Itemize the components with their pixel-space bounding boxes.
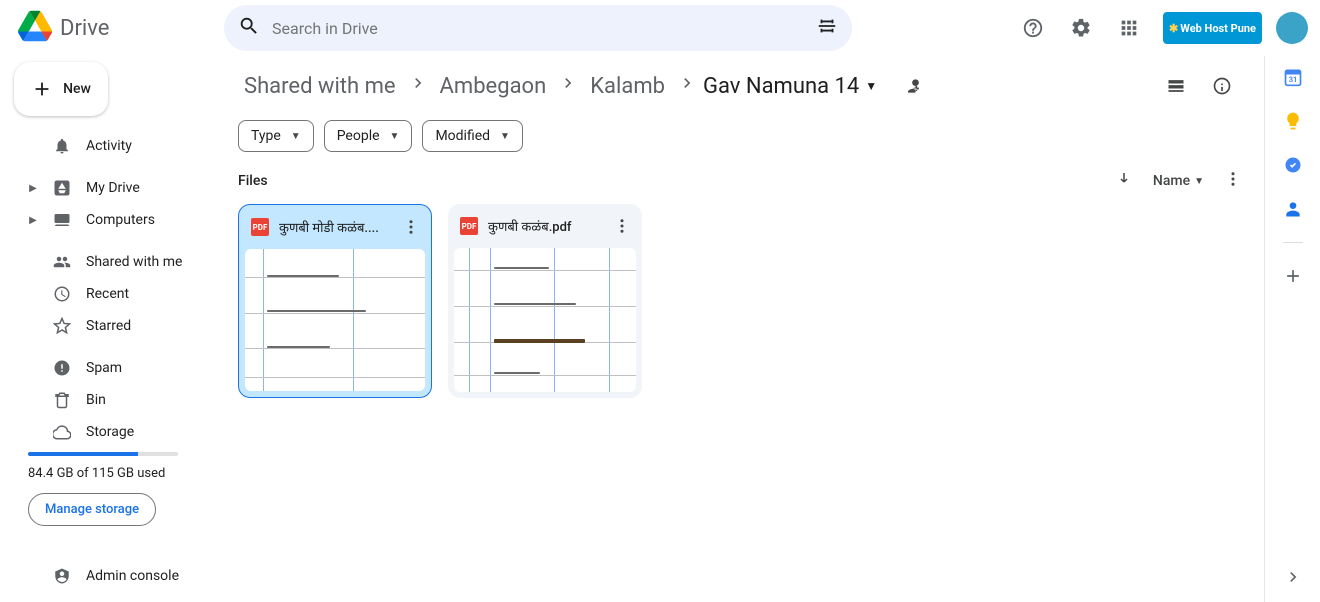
layout-toggle-icon[interactable] (1156, 66, 1196, 106)
expand-icon[interactable]: ▶ (28, 215, 38, 226)
storage-text: 84.4 GB of 115 GB used (28, 466, 202, 481)
help-icon[interactable] (1013, 8, 1053, 48)
star-icon (52, 317, 72, 335)
pdf-icon: PDF (251, 218, 269, 236)
filter-modified[interactable]: Modified▼ (422, 120, 523, 152)
account-avatar[interactable] (1276, 12, 1308, 44)
info-icon[interactable] (1202, 66, 1242, 106)
calendar-app-icon[interactable]: 31 (1282, 66, 1304, 88)
nav-starred[interactable]: Starred (14, 310, 202, 342)
nav-spam[interactable]: Spam (14, 352, 202, 384)
settings-icon[interactable] (1061, 8, 1101, 48)
breadcrumb-link[interactable]: Shared with me (238, 70, 402, 103)
file-card[interactable]: PDF कुणबी मोडी कळंब.... (238, 204, 432, 398)
manage-storage-button[interactable]: Manage storage (28, 493, 156, 526)
bell-icon (52, 137, 72, 155)
clock-icon (52, 285, 72, 303)
file-more-icon[interactable] (610, 214, 634, 238)
more-options-icon[interactable] (1224, 170, 1242, 192)
share-people-icon[interactable] (893, 66, 933, 106)
expand-icon[interactable]: ▶ (28, 183, 38, 194)
addons-plus-icon[interactable] (1282, 265, 1304, 287)
contacts-app-icon[interactable] (1282, 198, 1304, 220)
pdf-icon: PDF (460, 217, 478, 235)
search-input[interactable] (260, 19, 816, 38)
filter-people[interactable]: People▼ (324, 120, 413, 152)
caret-down-icon: ▼ (390, 131, 400, 142)
section-title: Files (238, 173, 268, 189)
file-name: कुणबी कळंब.pdf (488, 217, 600, 235)
chevron-right-icon (558, 73, 578, 99)
collapse-panel-icon[interactable] (1282, 566, 1304, 588)
trash-icon (52, 391, 72, 409)
file-more-icon[interactable] (399, 215, 423, 239)
breadcrumb-link[interactable]: Kalamb (584, 70, 671, 103)
chevron-right-icon (677, 73, 697, 99)
search-icon (238, 15, 260, 41)
caret-down-icon: ▼ (1194, 176, 1204, 187)
computer-icon (52, 211, 72, 229)
apps-grid-icon[interactable] (1109, 8, 1149, 48)
admin-icon (52, 567, 72, 585)
caret-down-icon: ▼ (291, 131, 301, 142)
filter-type[interactable]: Type▼ (238, 120, 314, 152)
drive-icon (52, 179, 72, 197)
tasks-app-icon[interactable] (1282, 154, 1304, 176)
nav-activity[interactable]: Activity (14, 130, 202, 162)
chevron-right-icon (408, 73, 428, 99)
nav-admin-console[interactable]: Admin console (14, 560, 202, 592)
keep-app-icon[interactable] (1282, 110, 1304, 132)
breadcrumb: Shared with me Ambegaon Kalamb Gav Namun… (238, 66, 1242, 106)
nav-my-drive[interactable]: ▶ My Drive (14, 172, 202, 204)
caret-down-icon: ▼ (500, 131, 510, 142)
nav-shared-with-me[interactable]: Shared with me (14, 246, 202, 278)
spam-icon (52, 359, 72, 377)
drive-logo-icon[interactable] (18, 9, 52, 47)
nav-storage[interactable]: Storage (14, 416, 202, 448)
file-thumbnail (454, 248, 636, 392)
file-thumbnail (245, 249, 425, 391)
breadcrumb-link[interactable]: Ambegaon (434, 70, 553, 103)
sort-by-button[interactable]: Name ▼ (1153, 173, 1204, 189)
file-card[interactable]: PDF कुणबी कळंब.pdf (448, 204, 642, 398)
nav-bin[interactable]: Bin (14, 384, 202, 416)
workspace-chip[interactable]: ✱Web Host Pune (1163, 12, 1262, 44)
nav-recent[interactable]: Recent (14, 278, 202, 310)
sort-direction-icon[interactable] (1115, 170, 1133, 192)
file-name: कुणबी मोडी कळंब.... (279, 218, 389, 236)
search-bar[interactable] (224, 5, 852, 51)
caret-down-icon: ▼ (865, 79, 877, 93)
breadcrumb-current[interactable]: Gav Namuna 14▼ (703, 74, 877, 99)
people-icon (52, 253, 72, 271)
cloud-icon (52, 423, 72, 441)
new-button[interactable]: New (14, 62, 108, 116)
storage-bar (28, 452, 178, 456)
search-options-icon[interactable] (816, 15, 838, 41)
nav-computers[interactable]: ▶ Computers (14, 204, 202, 236)
svg-text:31: 31 (1288, 75, 1297, 84)
product-name[interactable]: Drive (60, 16, 109, 41)
